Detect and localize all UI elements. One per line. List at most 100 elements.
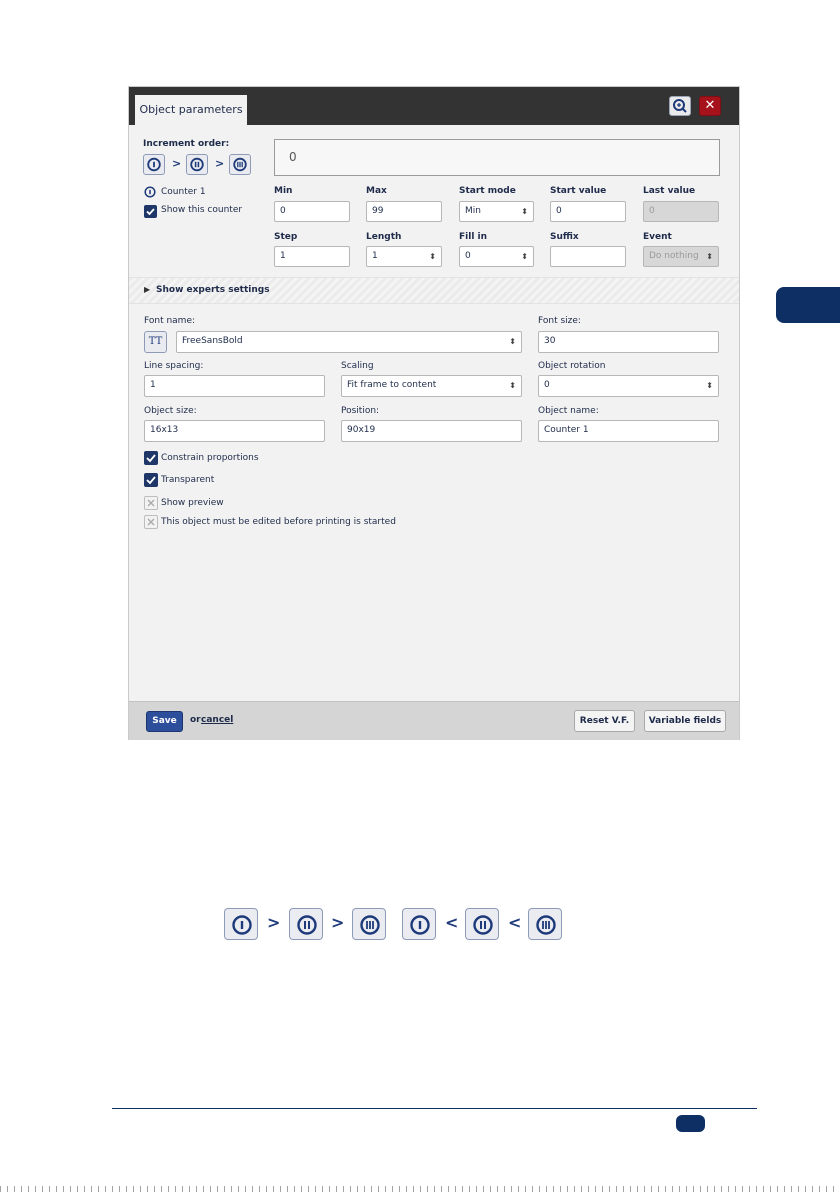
show-counter-checkbox[interactable]: [144, 205, 157, 218]
dialog-footer: Save or cancel Reset V.F. Variable field…: [129, 701, 739, 740]
fill-in-value: 0: [465, 251, 471, 261]
zoom-icon: [673, 99, 687, 113]
counter-ii-button: [465, 908, 499, 940]
length-value: 1: [372, 251, 378, 261]
select-arrows-icon: ⬍: [706, 381, 713, 390]
length-select[interactable]: 1 ⬍: [366, 246, 442, 267]
min-label: Min: [274, 186, 293, 196]
must-edit-label: This object must be edited before printi…: [161, 517, 396, 527]
font-picker-button[interactable]: TT: [144, 331, 167, 353]
counter-preview: 0: [274, 139, 720, 176]
counter-i-icon: [232, 915, 252, 935]
counter-iii-icon: [233, 157, 247, 172]
reset-vf-button[interactable]: Reset V.F.: [574, 710, 635, 732]
object-rotation-select[interactable]: 0 ⬍: [538, 375, 719, 397]
start-value-input[interactable]: 0: [550, 201, 626, 222]
fill-in-select[interactable]: 0 ⬍: [459, 246, 534, 267]
event-value: Do nothing: [649, 251, 699, 261]
scaling-select[interactable]: Fit frame to content ⬍: [341, 375, 522, 397]
position-label: Position:: [341, 406, 380, 416]
order-separator: >: [215, 157, 225, 170]
page-number-badge: [676, 1115, 705, 1132]
cancel-link[interactable]: cancel: [201, 715, 233, 725]
font-name-label: Font name:: [144, 316, 196, 326]
select-arrows-icon: ⬍: [509, 337, 516, 346]
line-spacing-input[interactable]: 1: [144, 375, 325, 397]
counter-ii-button: [289, 908, 323, 940]
step-input[interactable]: 1: [274, 246, 350, 267]
counter-i-icon: [147, 157, 161, 172]
object-size-input[interactable]: 16x13: [144, 420, 325, 442]
or-text: or: [190, 715, 201, 725]
variable-fields-button[interactable]: Variable fields: [644, 710, 726, 732]
select-arrows-icon: ⬍: [509, 381, 516, 390]
counter-iii-button[interactable]: [229, 154, 251, 175]
constrain-proportions-label: Constrain proportions: [161, 453, 259, 463]
start-mode-label: Start mode: [459, 186, 516, 196]
event-label: Event: [643, 232, 672, 242]
max-label: Max: [366, 186, 387, 196]
page-footer-rule: [112, 1108, 757, 1109]
caret-right-icon: ▶: [144, 285, 151, 294]
length-label: Length: [366, 232, 402, 242]
object-size-label: Object size:: [144, 406, 197, 416]
tab-object-parameters[interactable]: Object parameters: [135, 95, 247, 125]
counter-name-label: Counter 1: [161, 187, 206, 197]
suffix-input[interactable]: [550, 246, 626, 267]
step-label: Step: [274, 232, 298, 242]
max-input[interactable]: 99: [366, 201, 442, 222]
font-size-input[interactable]: 30: [538, 331, 719, 353]
show-preview-checkbox[interactable]: [144, 496, 158, 510]
counter-ii-button[interactable]: [186, 154, 208, 175]
start-mode-value: Min: [465, 206, 481, 216]
zoom-button[interactable]: [669, 96, 691, 116]
start-value-label: Start value: [550, 186, 607, 196]
checkmark-icon: [146, 208, 155, 216]
counter-iii-button: [528, 908, 562, 940]
less-than-sign: <: [508, 913, 522, 932]
constrain-proportions-checkbox[interactable]: [144, 451, 158, 465]
transparent-checkbox[interactable]: [144, 473, 158, 487]
start-mode-select[interactable]: Min ⬍: [459, 201, 534, 222]
min-input[interactable]: 0: [274, 201, 350, 222]
object-parameters-dialog: Object parameters ✕ Increment order: > >: [128, 86, 740, 740]
object-rotation-label: Object rotation: [538, 361, 606, 371]
font-name-value: FreeSansBold: [182, 336, 243, 346]
greater-than-sign: >: [267, 913, 281, 932]
counter-i-button: [224, 908, 258, 940]
last-value-input: 0: [643, 201, 719, 222]
checkmark-icon: [146, 454, 156, 463]
font-name-select[interactable]: FreeSansBold ⬍: [176, 331, 522, 353]
experts-settings-label: Show experts settings: [156, 285, 270, 295]
object-name-label: Object name:: [538, 406, 599, 416]
position-input[interactable]: 90x19: [341, 420, 522, 442]
show-counter-label: Show this counter: [161, 205, 243, 215]
dialog-titlebar: Object parameters ✕: [129, 87, 739, 125]
font-size-label: Font size:: [538, 316, 581, 326]
suffix-label: Suffix: [550, 232, 579, 242]
counter-ii-icon: [297, 915, 317, 935]
close-button[interactable]: ✕: [699, 96, 721, 116]
object-name-input[interactable]: Counter 1: [538, 420, 719, 442]
counter-i-button: [402, 908, 436, 940]
checkmark-icon: [146, 476, 156, 485]
object-rotation-value: 0: [544, 380, 550, 390]
counter-i-icon: [410, 915, 430, 935]
experts-settings-toggle[interactable]: ▶ Show experts settings: [129, 277, 739, 304]
x-mark-icon: [147, 518, 155, 526]
greater-than-sign: >: [331, 913, 345, 932]
scaling-label: Scaling: [341, 361, 374, 371]
counter-ii-icon: [473, 915, 493, 935]
x-mark-icon: [147, 499, 155, 507]
scan-edge-marks: [0, 1186, 840, 1192]
chapter-tab-marker: [776, 287, 840, 323]
transparent-label: Transparent: [161, 475, 215, 485]
save-button[interactable]: Save: [146, 711, 183, 732]
must-edit-checkbox[interactable]: [144, 515, 158, 529]
select-arrows-icon: ⬍: [521, 252, 528, 261]
counter-i-icon: [144, 186, 156, 198]
counter-iii-icon: [536, 915, 556, 935]
close-icon: ✕: [704, 98, 716, 113]
event-select: Do nothing ⬍: [643, 246, 719, 267]
counter-i-button[interactable]: [143, 154, 165, 175]
